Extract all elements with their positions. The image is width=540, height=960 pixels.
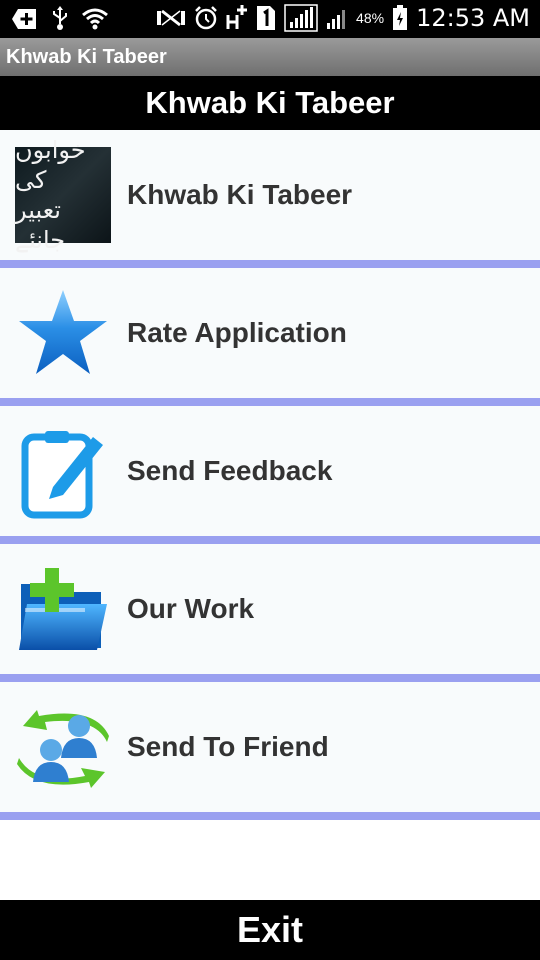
app-thumbnail: خوابوں کی تعبیر جانئے [15, 136, 111, 254]
status-time: 12:53 AM [416, 4, 530, 32]
signal-2-icon [327, 10, 346, 29]
menu-item-send-feedback[interactable]: Send Feedback [0, 406, 540, 536]
menu-item-label: Our Work [127, 593, 255, 624]
exit-label: Exit [236, 909, 304, 950]
menu-item-our-work[interactable]: Our Work [0, 544, 540, 674]
app-title: Khwab Ki Tabeer [6, 45, 167, 68]
star-icon [19, 290, 107, 374]
wifi-icon [82, 8, 108, 30]
exit-button[interactable]: Exit [0, 900, 540, 960]
menu-item-label: Rate Application [127, 317, 347, 348]
menu-item-send-to-friend[interactable]: Send To Friend [0, 682, 540, 812]
divider [0, 536, 540, 544]
share-users-icon [17, 710, 109, 788]
battery-icon [393, 5, 408, 30]
menu-item-label: Send To Friend [127, 731, 329, 762]
sim-1-icon [257, 6, 276, 30]
page-title: Khwab Ki Tabeer [145, 85, 395, 120]
menu-item-label: Khwab Ki Tabeer [127, 179, 353, 210]
menu-item-khwab-ki-tabeer[interactable]: خوابوں کی تعبیر جانئے Khwab Ki Tabeer [0, 130, 540, 260]
divider [0, 812, 540, 820]
menu-item-label: Send Feedback [127, 455, 333, 486]
battery-percent: 48% [356, 10, 385, 26]
folder-add-icon [19, 568, 107, 650]
add-icon [12, 9, 36, 29]
divider [0, 260, 540, 268]
divider [0, 398, 540, 406]
edit-note-icon [21, 431, 103, 519]
nfc-icon [157, 9, 186, 27]
alarm-icon [195, 6, 217, 30]
app-title-bar: Khwab Ki Tabeer [0, 38, 540, 76]
menu-item-rate-application[interactable]: Rate Application [0, 268, 540, 398]
signal-icon [284, 4, 318, 32]
app-thumbnail-image: خوابوں کی تعبیر جانئے [15, 136, 111, 254]
divider [0, 674, 540, 682]
menu-list: خوابوں کی تعبیر جانئے Khwab Ki Tabeer Ra… [0, 130, 540, 820]
usb-icon [53, 6, 67, 30]
page-header: Khwab Ki Tabeer [0, 76, 540, 130]
hplus-icon [226, 5, 248, 29]
status-bar: 48% 12:53 AM [0, 0, 540, 38]
